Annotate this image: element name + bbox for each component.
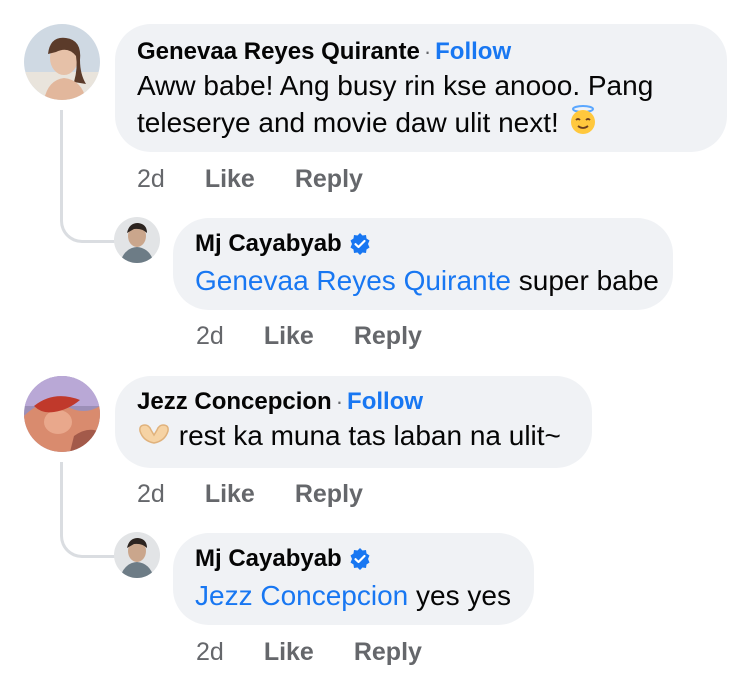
follow-button[interactable]: Follow bbox=[435, 38, 511, 65]
heart-hands-icon bbox=[137, 420, 171, 456]
separator-dot: · bbox=[335, 389, 344, 414]
follow-button[interactable]: Follow bbox=[347, 388, 423, 415]
comment-text: rest ka muna tas laban na ulit~ bbox=[171, 420, 561, 451]
timestamp[interactable]: 2d bbox=[137, 165, 165, 194]
comment-author[interactable]: Jezz Concepcion bbox=[137, 388, 332, 415]
reply-button[interactable]: Reply bbox=[295, 480, 363, 509]
like-button[interactable]: Like bbox=[264, 322, 314, 351]
reply-bubble: Mj Cayabyab Genevaa Reyes Quirante super… bbox=[173, 218, 673, 310]
avatar-genevaa[interactable] bbox=[24, 24, 100, 100]
comment-bubble: Jezz Concepcion · Follow rest ka muna tas … bbox=[115, 376, 592, 468]
like-button[interactable]: Like bbox=[205, 480, 255, 509]
comment-actions: 2d Like Reply bbox=[137, 480, 403, 509]
like-button[interactable]: Like bbox=[264, 638, 314, 667]
reply-actions: 2d Like Reply bbox=[196, 322, 462, 351]
mention-link[interactable]: Jezz Concepcion bbox=[195, 580, 408, 611]
timestamp[interactable]: 2d bbox=[196, 638, 224, 667]
reply-text: super babe bbox=[510, 265, 659, 297]
comment-actions: 2d Like Reply bbox=[137, 165, 403, 194]
comment-author[interactable]: Genevaa Reyes Quirante bbox=[137, 38, 420, 65]
timestamp[interactable]: 2d bbox=[137, 480, 165, 509]
avatar-jezz[interactable] bbox=[24, 376, 100, 452]
reply-author[interactable]: Mj Cayabyab bbox=[195, 230, 342, 257]
reply-actions: 2d Like Reply bbox=[196, 638, 462, 667]
reply-author[interactable]: Mj Cayabyab bbox=[195, 545, 342, 572]
avatar-mj-cayabyab[interactable] bbox=[114, 217, 160, 263]
reply-button[interactable]: Reply bbox=[354, 322, 422, 351]
comment-text-line2: teleserye and movie daw ulit next! bbox=[137, 106, 559, 138]
mention-link[interactable]: Genevaa Reyes Quirante bbox=[195, 265, 511, 296]
reply-bubble: Mj Cayabyab Jezz Concepcion yes yes bbox=[173, 533, 534, 625]
thread-connector bbox=[60, 110, 121, 243]
reply-button[interactable]: Reply bbox=[354, 638, 422, 667]
verified-badge-icon bbox=[348, 547, 372, 576]
verified-badge-icon bbox=[348, 232, 372, 261]
reply-button[interactable]: Reply bbox=[295, 165, 363, 194]
comment-text-line1: Aww babe! Ang busy rin kse anooo. Pang bbox=[137, 70, 654, 101]
smiling-face-with-halo-icon bbox=[567, 104, 599, 145]
like-button[interactable]: Like bbox=[205, 165, 255, 194]
thread-connector bbox=[60, 462, 121, 558]
comment-bubble: Genevaa Reyes Quirante · Follow Aww babe! … bbox=[115, 24, 727, 152]
timestamp[interactable]: 2d bbox=[196, 322, 224, 351]
avatar-mj-cayabyab[interactable] bbox=[114, 532, 160, 578]
reply-text: yes yes bbox=[408, 580, 511, 612]
separator-dot: · bbox=[423, 39, 432, 64]
